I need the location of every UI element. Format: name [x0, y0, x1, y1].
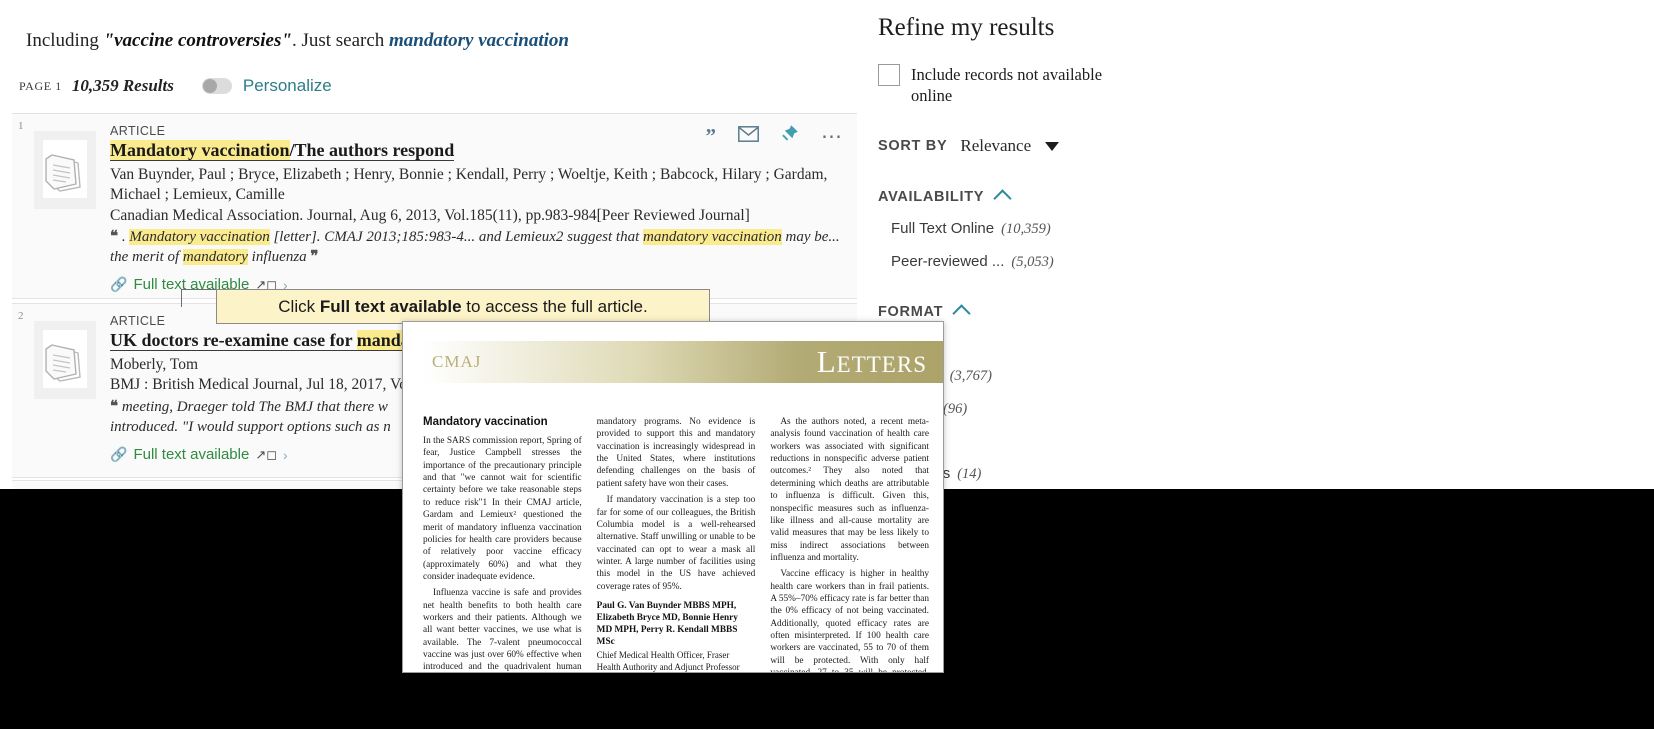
- facet-item-count: (14): [957, 466, 982, 483]
- journal-name: CMAJ: [432, 352, 482, 371]
- preview-paragraph: Influenza vaccine is safe and provides n…: [423, 588, 582, 673]
- preview-column-3: As the authors noted, a recent meta-anal…: [770, 416, 929, 672]
- snippet-open-quote: ❝: [110, 398, 119, 415]
- facet-header[interactable]: AVAILABILITY: [878, 188, 1122, 208]
- results-toolbar: PAGE 1 10,359 Results Personalize: [19, 76, 332, 96]
- search-term-link[interactable]: mandatory vaccination: [389, 30, 569, 51]
- did-you-mean-line: Including "vaccine controversies". Just …: [26, 30, 569, 52]
- personalize-label[interactable]: Personalize: [243, 76, 332, 96]
- snippet-open-quote: ❝: [110, 228, 119, 245]
- pages-icon: [45, 154, 81, 192]
- facet-item-name: Peer-reviewed ...: [891, 253, 1005, 271]
- preview-column-2: mandatory programs. No evidence is provi…: [597, 416, 756, 672]
- article-preview-overlay[interactable]: CMAJ LETTERS Mandatory vaccination In th…: [402, 321, 944, 673]
- result-body: ARTICLE Mandatory vaccination/The author…: [110, 124, 847, 293]
- sort-by-value[interactable]: Relevance: [960, 136, 1031, 156]
- sort-by-label: SORT BY: [878, 138, 948, 155]
- callout-text-after: to access the full article.: [461, 296, 648, 316]
- facet-item-name: Full Text Online: [891, 220, 995, 238]
- preview-columns: Mandatory vaccination In the SARS commis…: [423, 416, 929, 672]
- page-right-margin: [1122, 0, 1654, 489]
- facet-item-count: (96): [943, 401, 968, 418]
- preview-article-heading: Mandatory vaccination: [423, 416, 548, 428]
- result-snippet: ❝ . Mandatory vaccination [letter]. CMAJ…: [110, 227, 847, 268]
- including-quoted-term: "vaccine controversies": [103, 30, 292, 51]
- sort-by-row[interactable]: SORT BY Relevance: [878, 136, 1122, 156]
- results-count: 10,359 Results: [71, 76, 174, 95]
- snippet-text: . Mandatory vaccination [letter]. CMAJ 2…: [110, 228, 840, 266]
- result-type: ARTICLE: [110, 124, 166, 138]
- preview-column-1: Mandatory vaccination In the SARS commis…: [423, 416, 582, 672]
- result-source: Canadian Medical Association. Journal, A…: [110, 206, 750, 224]
- snippet-line-2: introduced. "I would support options suc…: [110, 418, 391, 435]
- result-item-1[interactable]: 1 ” ⋯ ARTICLE Mandatory vaccination/The …: [12, 113, 857, 299]
- preview-paragraph: Vaccine efficacy is higher in healthy he…: [770, 569, 930, 672]
- facet-label: AVAILABILITY: [878, 188, 985, 205]
- facet-item[interactable]: Full Text Online (10,359): [878, 220, 1122, 238]
- result-rank: 1: [18, 120, 24, 132]
- result-rank: 3: [18, 487, 24, 489]
- facet-item[interactable]: Peer-reviewed ... (5,053): [878, 253, 1122, 271]
- link-icon: 🔗: [110, 446, 128, 462]
- including-prefix: Including: [26, 30, 104, 51]
- page-number-label: PAGE 1: [19, 78, 62, 93]
- preview-authors: Paul G. Van Buynder MBBS MPH, Elizabeth …: [596, 601, 738, 648]
- result-title-pre: UK doctors re-examine case for: [110, 330, 357, 351]
- document-thumbnail: [34, 321, 96, 399]
- including-mid: . Just search: [291, 30, 390, 51]
- pages-icon: [45, 344, 81, 382]
- preview-affiliation: Chief Medical Health Officer, Fraser Hea…: [596, 650, 740, 673]
- include-offline-label: Include records not available online: [911, 65, 1103, 106]
- include-offline-checkbox[interactable]: [878, 64, 900, 86]
- chevron-up-icon[interactable]: [952, 304, 971, 323]
- link-icon: 🔗: [110, 276, 128, 293]
- facet-header[interactable]: FORMAT: [878, 303, 1122, 323]
- snippet-close-quote: ❞: [310, 249, 319, 266]
- include-offline-row[interactable]: Include records not available online: [878, 64, 1122, 106]
- external-link-icon: ↗◻: [255, 446, 278, 462]
- callout-text-before: Click: [278, 296, 320, 316]
- preview-paragraph: In the SARS commission report, Spring of…: [423, 436, 582, 582]
- result-authors: Van Buynder, Paul ; Bryce, Elizabeth ; H…: [110, 165, 828, 204]
- preview-paragraph: As the authors noted, a recent meta-anal…: [770, 417, 930, 563]
- preview-paragraph: If mandatory vaccination is a step too f…: [596, 495, 756, 592]
- facet-item-count: (10,359): [1001, 221, 1051, 238]
- snippet-line-1: meeting, Draeger told The BMJ that there…: [118, 398, 388, 415]
- callout-tooltip: Click Full text available to access the …: [216, 289, 710, 324]
- facet-group-availability: AVAILABILITY Full Text Online (10,359) P…: [878, 188, 1122, 271]
- document-thumbnail: [34, 131, 96, 209]
- chevron-right-icon: ›: [283, 446, 288, 463]
- refine-title: Refine my results: [878, 14, 1055, 41]
- facet-item-count: (5,053): [1011, 254, 1054, 271]
- result-title-rest: /The authors respond: [289, 140, 455, 161]
- journal-section-title: LETTERS: [816, 344, 927, 379]
- chevron-down-icon[interactable]: [1045, 141, 1060, 151]
- facet-item-count: (3,767): [949, 368, 992, 385]
- result-title-highlight: Mandatory vaccination: [110, 140, 290, 161]
- full-text-label: Full text available: [133, 446, 250, 463]
- callout-leader-vertical: [181, 289, 182, 307]
- preview-paragraph: mandatory programs. No evidence is provi…: [596, 417, 756, 489]
- personalize-toggle[interactable]: [201, 78, 232, 94]
- callout-leader-horizontal: [181, 289, 217, 290]
- callout-text-bold: Full text available: [319, 296, 462, 316]
- facet-label: FORMAT: [878, 303, 944, 320]
- result-rank: 2: [18, 310, 24, 322]
- result-title[interactable]: Mandatory vaccination/The authors respon…: [110, 140, 847, 162]
- chevron-up-icon[interactable]: [993, 189, 1012, 208]
